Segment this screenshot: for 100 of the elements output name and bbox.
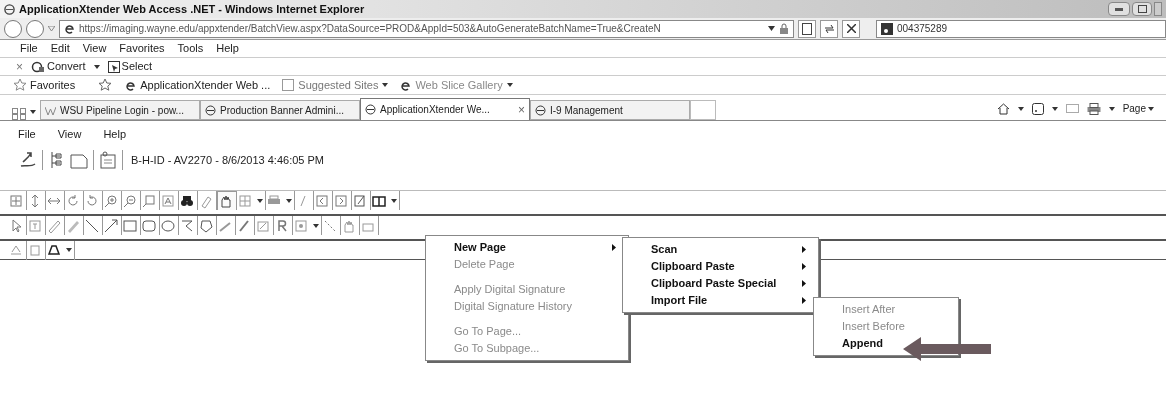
back-button[interactable] xyxy=(4,19,22,38)
rounded-rectangle-icon xyxy=(141,217,157,234)
page-icon xyxy=(282,79,295,91)
convert-icon xyxy=(31,60,45,73)
grid-icon xyxy=(237,192,253,209)
dropdown-arrow-icon[interactable] xyxy=(30,110,36,114)
dropdown-arrow-icon[interactable] xyxy=(1108,106,1115,111)
menu-item[interactable]: Help xyxy=(103,125,126,143)
dropdown-arrow-icon[interactable] xyxy=(506,83,513,87)
tab[interactable]: Production Banner Admini... xyxy=(200,100,360,120)
toolbar-button[interactable] xyxy=(103,216,122,235)
link-text: Web Slice Gallery xyxy=(415,77,503,93)
ellipse-icon xyxy=(160,217,176,234)
menu-item[interactable]: Help xyxy=(216,40,239,57)
close-button[interactable]: × xyxy=(16,57,23,76)
printer-icon[interactable] xyxy=(1086,102,1101,115)
submenu-arrow-icon xyxy=(802,263,806,270)
menu-item[interactable]: Tools xyxy=(177,40,204,57)
window-title: ApplicationXtender Web Access .NET - Windows Internet Explorer xyxy=(19,1,365,17)
toolbar-button[interactable] xyxy=(46,240,75,260)
close-button[interactable] xyxy=(1154,2,1162,16)
link-text: ApplicationXtender Web ... xyxy=(140,77,271,93)
hand-icon xyxy=(218,193,234,209)
submenu-arrow-icon xyxy=(802,280,806,287)
document-list-icon[interactable] xyxy=(98,150,118,170)
next-page-icon xyxy=(333,192,349,209)
compatibility-button[interactable] xyxy=(798,19,816,38)
submenu-arrow-icon xyxy=(612,244,616,251)
tab-close-button[interactable]: × xyxy=(518,100,525,119)
batch-label: B-H-ID - AV2270 - 8/6/2013 4:46:05 PM xyxy=(131,152,324,168)
page-icon xyxy=(400,79,412,91)
dropdown-arrow-icon[interactable] xyxy=(1051,106,1058,111)
toolbar-button[interactable] xyxy=(217,191,237,210)
feed-icon[interactable] xyxy=(1031,102,1044,115)
submenu-arrow-icon xyxy=(802,246,806,253)
menu-item[interactable]: Clipboard Paste Special xyxy=(623,275,818,292)
menu-item[interactable]: View xyxy=(57,125,82,143)
toolbar-button[interactable] xyxy=(8,240,27,260)
scan-icon[interactable] xyxy=(18,150,38,170)
submenu-arrow-icon xyxy=(802,297,806,304)
text-box-icon xyxy=(160,192,176,209)
menu-item[interactable]: File xyxy=(20,40,38,57)
toolbar-button[interactable] xyxy=(27,240,46,260)
menu-item[interactable]: View xyxy=(82,40,107,57)
menu-item[interactable]: Append xyxy=(814,335,895,352)
toolbar-button[interactable] xyxy=(179,191,198,210)
lock-icon xyxy=(779,22,789,35)
tab-label: Production Banner Admini... xyxy=(220,103,344,118)
zoom-box-icon xyxy=(141,192,157,209)
home-icon[interactable] xyxy=(996,102,1010,115)
menu-item[interactable]: Edit xyxy=(50,40,70,57)
dropdown-arrow-icon xyxy=(768,26,775,31)
address-field[interactable]: https://imaging.wayne.edu/appxtender/BatchView.aspx?DataSource=PROD&AppId=503&AutoGenerateBatchName=True&CreateN xyxy=(59,19,794,38)
select-button[interactable]: Select xyxy=(107,58,153,75)
tab-label: ApplicationXtender We... xyxy=(380,103,490,117)
print-icon xyxy=(46,242,62,258)
menu-item[interactable]: Favorites xyxy=(119,40,165,57)
text-icon xyxy=(27,217,43,234)
zoom-out-icon xyxy=(122,192,138,209)
page-menu[interactable]: Page xyxy=(1122,101,1146,116)
toolbar-button[interactable] xyxy=(371,191,400,210)
edit-document-icon xyxy=(352,192,368,209)
select-icon xyxy=(107,60,120,73)
link-text: Suggested Sites xyxy=(298,77,379,93)
restore-button[interactable] xyxy=(1132,2,1152,16)
dropdown-arrow-icon[interactable] xyxy=(1148,106,1154,111)
stop-button[interactable] xyxy=(842,19,860,38)
tab[interactable]: I-9 Management xyxy=(530,100,690,120)
favorites-link[interactable]: Web Slice Gallery xyxy=(400,76,503,94)
previous-page-icon xyxy=(314,192,330,209)
dropdown-arrow-icon[interactable] xyxy=(1017,106,1024,111)
search-provider-icon xyxy=(881,22,893,35)
toolbar-button[interactable] xyxy=(84,216,103,235)
rotate-left-icon xyxy=(65,192,81,209)
menu-item[interactable]: Clipboard Paste xyxy=(623,258,818,275)
minimize-button[interactable] xyxy=(1108,2,1130,16)
dropdown-arrow-icon xyxy=(48,26,55,31)
dropdown-arrow-icon[interactable] xyxy=(93,64,100,69)
favorites-link[interactable]: ApplicationXtender Web ... xyxy=(125,76,271,94)
menu-item[interactable]: File xyxy=(18,125,36,143)
mail-icon[interactable] xyxy=(1065,104,1079,113)
search-field[interactable]: 004375289 xyxy=(876,19,1166,38)
convert-button[interactable]: Convert xyxy=(31,58,86,75)
tab[interactable]: WSU Pipeline Login - pow... xyxy=(40,100,200,120)
tab[interactable]: ApplicationXtender We... × xyxy=(360,98,530,120)
favorites-button[interactable]: Favorites xyxy=(14,76,76,94)
browser-logo-icon xyxy=(4,3,15,15)
tab-label: WSU Pipeline Login - pow... xyxy=(60,103,184,118)
forward-button[interactable] xyxy=(26,19,44,38)
url-text: https://imaging.wayne.edu/appxtender/BatchView.aspx?DataSource=PROD&AppId=503&AutoGenerateBatchName=True&CreateN xyxy=(79,22,661,36)
page-icon xyxy=(802,22,812,35)
w-logo-icon xyxy=(45,104,56,116)
polygon-icon xyxy=(198,217,214,234)
favorites-link[interactable]: Suggested Sites xyxy=(282,76,379,94)
add-favorite-icon[interactable] xyxy=(99,79,114,91)
dropdown-arrow-icon[interactable] xyxy=(382,83,389,87)
page-icon xyxy=(365,104,376,115)
dropdown-arrow-icon xyxy=(257,198,263,203)
fit-page-icon xyxy=(8,192,24,209)
note-icon xyxy=(293,217,309,234)
